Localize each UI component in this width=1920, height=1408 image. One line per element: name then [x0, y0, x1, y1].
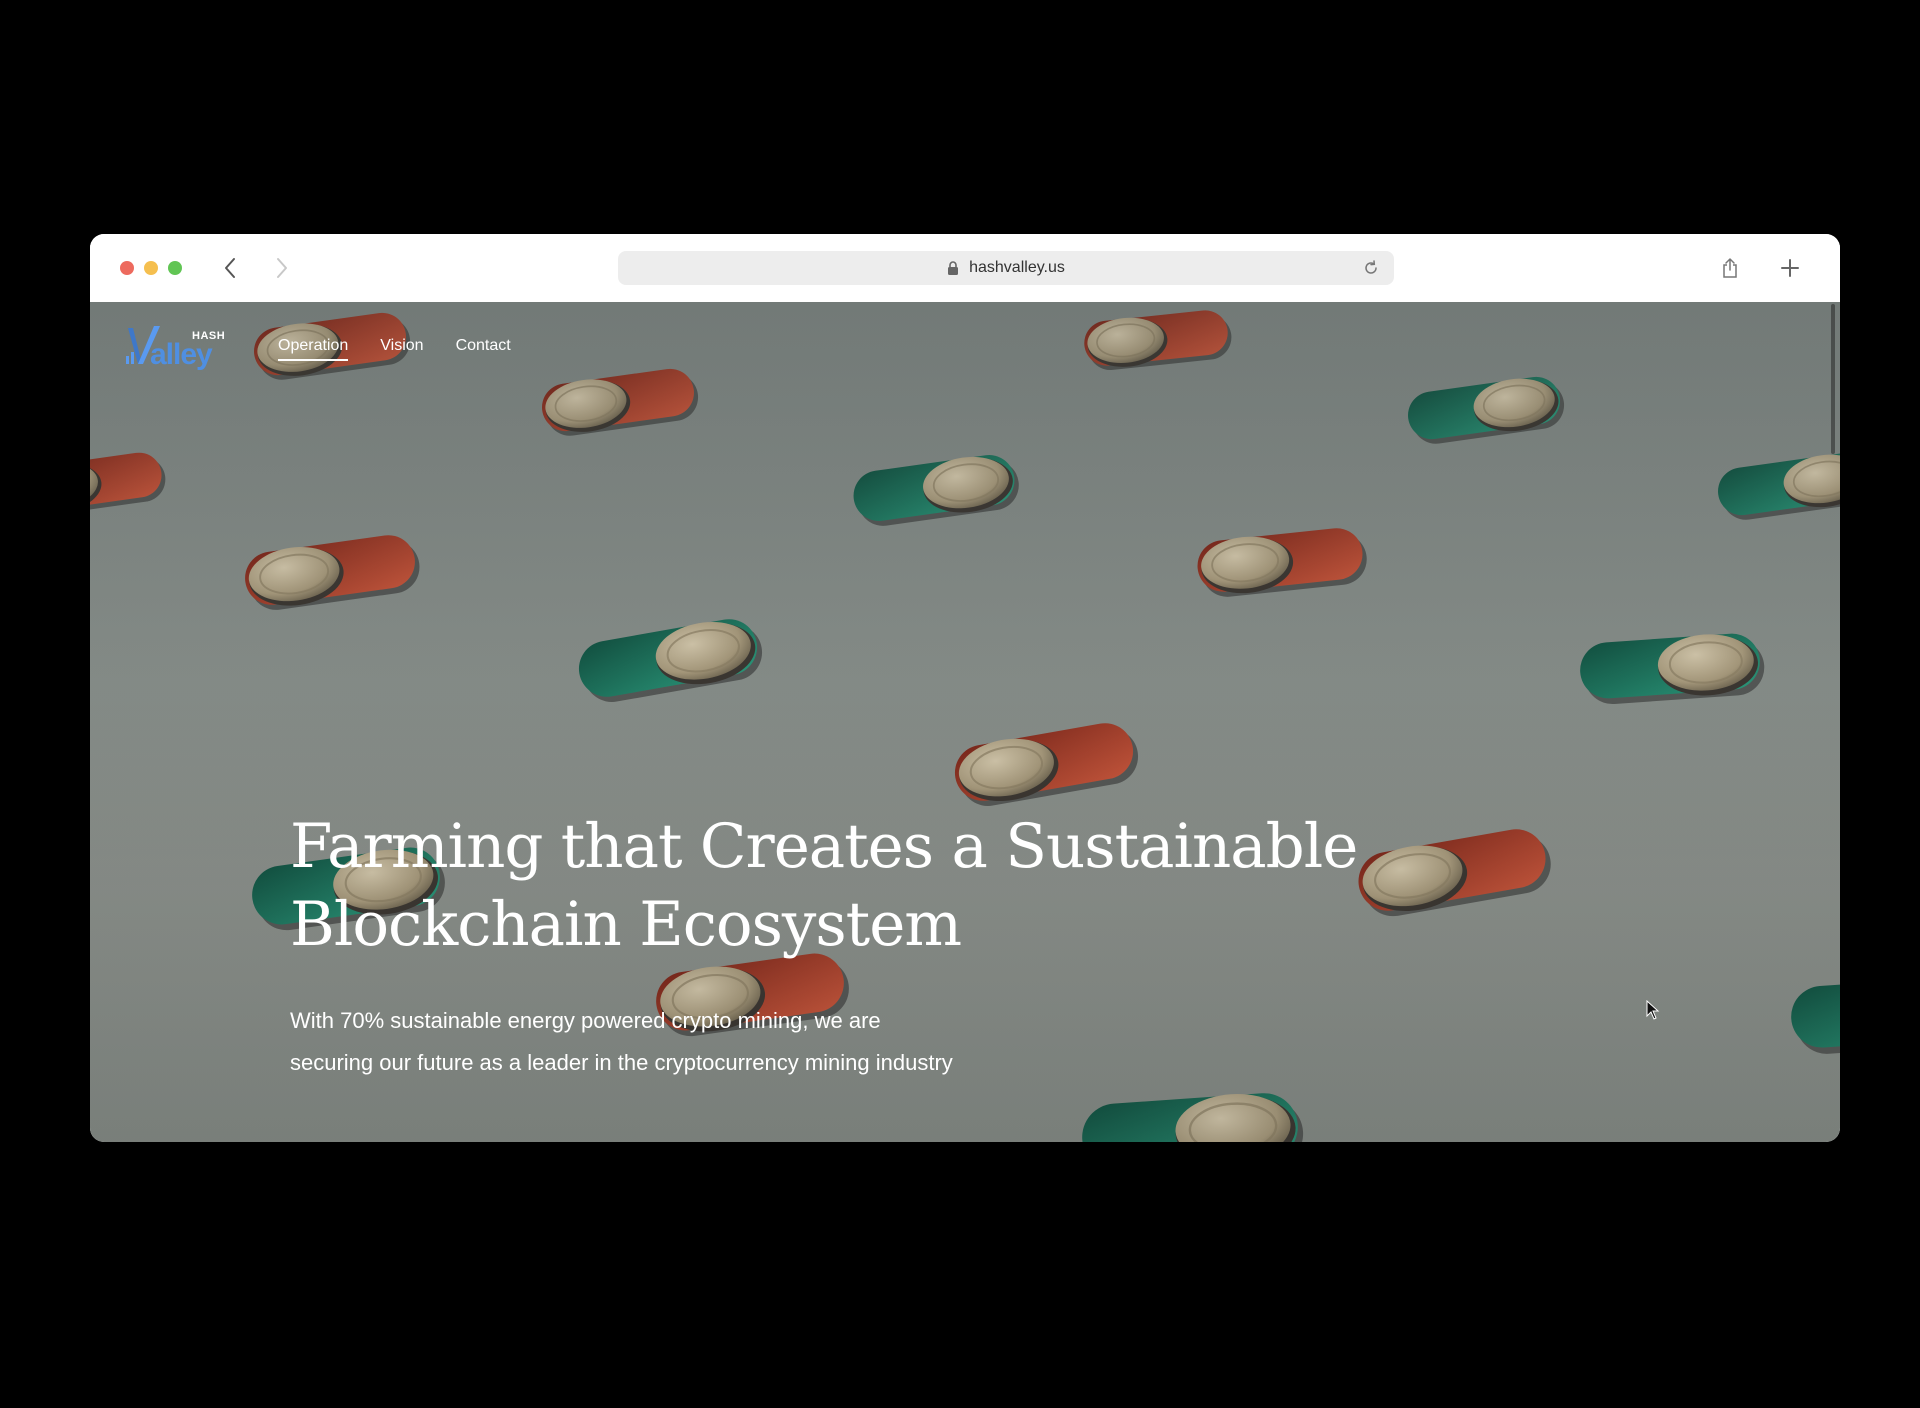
address-bar[interactable]: hashvalley.us [618, 251, 1394, 285]
share-icon [1723, 257, 1737, 278]
hero-subtitle-line-1: With 70% sustainable energy powered cryp… [290, 1008, 881, 1033]
plus-icon [1781, 259, 1799, 277]
chevron-left-icon [225, 258, 235, 278]
chevron-right-icon [277, 258, 287, 278]
minimize-window-button[interactable] [144, 261, 158, 275]
nav-item-vision[interactable]: Vision [380, 331, 423, 361]
nav-item-contact[interactable]: Contact [456, 331, 511, 361]
new-tab-button[interactable] [1774, 252, 1806, 284]
hash-valley-logo[interactable]: HASH alley [124, 318, 225, 374]
hero-subtitle-line-2: securing our future as a leader in the c… [290, 1050, 953, 1075]
lock-icon [947, 261, 959, 275]
page-viewport: HASH alley Operation Vision Contact Farm… [90, 302, 1840, 1142]
main-menu: Operation Vision Contact [278, 331, 543, 361]
nav-item-operation[interactable]: Operation [278, 331, 349, 361]
browser-toolbar: hashvalley.us [90, 234, 1840, 303]
hero-title: Farming that Creates a Sustainable Block… [290, 808, 1390, 964]
hero-subtitle: With 70% sustainable energy powered cryp… [290, 1000, 1090, 1084]
forward-button[interactable] [264, 250, 300, 286]
back-button[interactable] [212, 250, 248, 286]
hero-title-line-1: Farming that Creates a Sustainable [290, 811, 1358, 882]
url-text: hashvalley.us [969, 259, 1065, 276]
hero-title-line-2: Blockchain Ecosystem [290, 889, 962, 960]
site-header: HASH alley Operation Vision Contact [124, 316, 543, 376]
mouse-cursor-icon [1646, 1000, 1660, 1020]
logo-valley-text: alley [150, 338, 213, 371]
page-scrollbar[interactable] [1831, 304, 1835, 454]
close-window-button[interactable] [120, 261, 134, 275]
reload-icon[interactable] [1362, 259, 1380, 277]
share-button[interactable] [1714, 252, 1746, 284]
maximize-window-button[interactable] [168, 261, 182, 275]
browser-window: hashvalley.us HASH alley Operation Visio… [90, 234, 1840, 1142]
